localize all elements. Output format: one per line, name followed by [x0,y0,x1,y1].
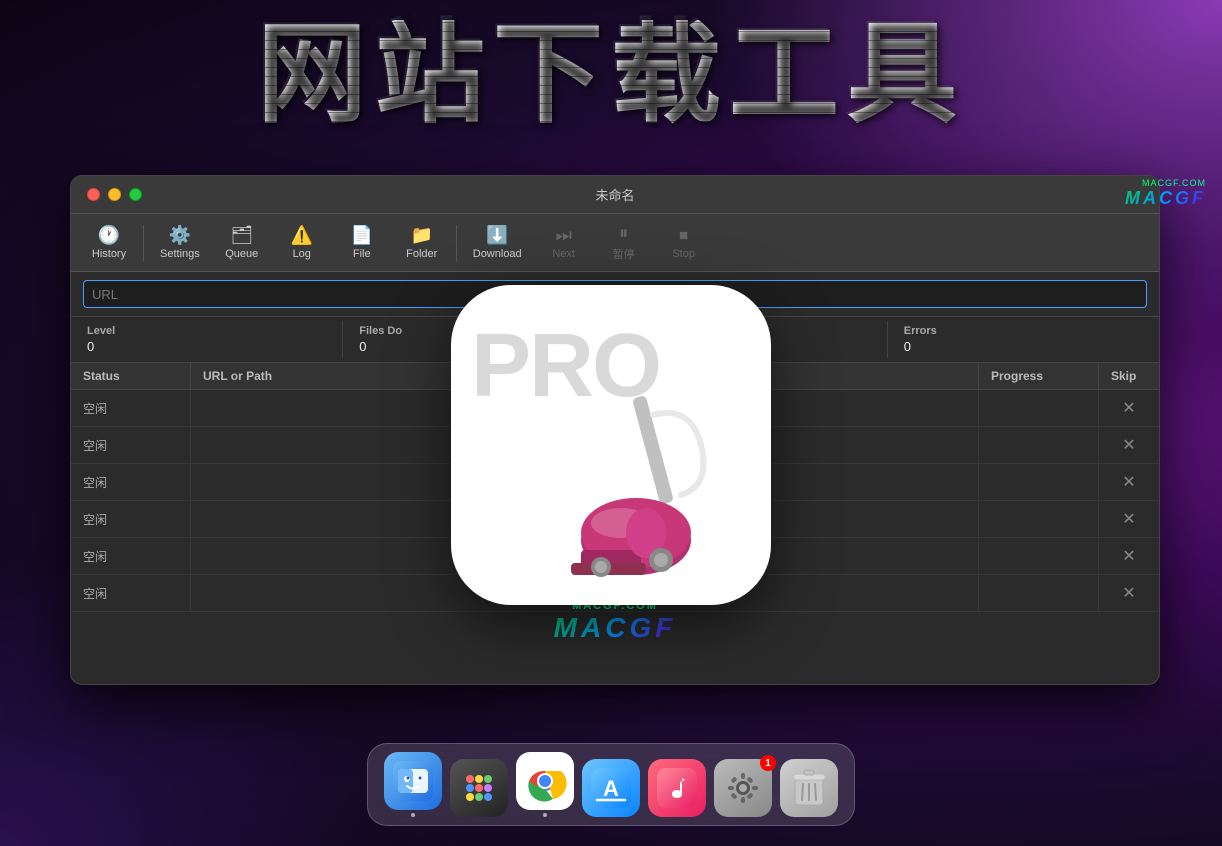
page-title: 网站下载工具 [0,20,1222,130]
skip-x-icon[interactable]: ✕ [1122,398,1135,418]
history-icon: 🕐 [98,225,120,246]
pause-label: 暂停 [613,246,635,262]
folder-label: Folder [406,248,437,260]
window-title: 未命名 [595,185,634,204]
app-icon-overlay: PRO [451,285,771,605]
appstore-icon[interactable]: A [582,759,640,817]
skip-x-icon[interactable]: ✕ [1122,546,1135,566]
dock-item-launchpad [450,759,508,817]
download-label: Download [473,248,522,260]
dock-item-chrome [516,752,574,817]
dock-item-sysprefs: 1 [714,759,772,817]
svg-text:A: A [603,776,619,801]
row-4-skip: ✕ [1099,501,1159,537]
stat-level-value: 0 [87,339,326,354]
row-6-status: 空闲 [71,575,191,611]
row-2-skip: ✕ [1099,427,1159,463]
dock-item-trash [780,759,838,817]
folder-icon: 📁 [411,225,433,246]
skip-x-icon[interactable]: ✕ [1122,583,1135,603]
dock-item-appstore: A [582,759,640,817]
next-label: Next [552,248,575,260]
col-status: Status [71,363,191,389]
stat-errors-value: 0 [904,339,1143,354]
log-label: Log [293,248,311,260]
log-icon: ⚠️ [291,225,313,246]
file-icon: 📄 [351,225,373,246]
separator-2 [456,225,457,261]
launchpad-icon[interactable] [450,759,508,817]
next-button[interactable]: ⏭ Next [534,221,594,264]
vacuum-svg [541,375,761,595]
settings-icon: ⚙️ [169,225,191,246]
stat-errors: Errors 0 [888,321,1159,358]
col-progress: Progress [979,363,1099,389]
stop-label: Stop [672,248,695,260]
chrome-icon[interactable] [516,752,574,810]
chrome-dot [543,813,547,817]
toolbar: 🕐 History ⚙️ Settings 🗂 Queue ⚠️ Log 📄 F… [71,214,1159,272]
trash-icon[interactable] [780,759,838,817]
history-button[interactable]: 🕐 History [79,221,139,264]
row-6-skip: ✕ [1099,575,1159,611]
traffic-lights [87,188,142,201]
finder-dot [411,813,415,817]
skip-x-icon[interactable]: ✕ [1122,435,1135,455]
row-3-skip: ✕ [1099,464,1159,500]
minimize-button[interactable] [108,188,121,201]
stat-errors-label: Errors [904,325,1143,337]
close-button[interactable] [87,188,100,201]
settings-button[interactable]: ⚙️ Settings [148,221,212,264]
finder-icon[interactable] [384,752,442,810]
stat-level: Level 0 [71,321,343,358]
sysprefs-icon[interactable]: 1 [714,759,772,817]
queue-icon: 🗂 [230,225,253,246]
row-1-progress [979,390,1099,426]
skip-x-icon[interactable]: ✕ [1122,472,1135,492]
download-button[interactable]: ⬇️ Download [461,221,534,264]
folder-button[interactable]: 📁 Folder [392,221,452,264]
queue-button[interactable]: 🗂 Queue [212,221,272,264]
file-button[interactable]: 📄 File [332,221,392,264]
separator-1 [143,225,144,261]
dock-item-finder [384,752,442,817]
music-icon[interactable] [648,759,706,817]
row-2-progress [979,427,1099,463]
row-1-status: 空闲 [71,390,191,426]
dock: A [367,743,855,826]
row-4-status: 空闲 [71,501,191,537]
row-5-progress [979,538,1099,574]
settings-label: Settings [160,248,200,260]
row-5-skip: ✕ [1099,538,1159,574]
pause-button[interactable]: ⏸ 暂停 [594,219,654,266]
skip-x-icon[interactable]: ✕ [1122,509,1135,529]
col-skip: Skip [1099,363,1159,389]
row-6-progress [979,575,1099,611]
row-1-skip: ✕ [1099,390,1159,426]
row-3-status: 空闲 [71,464,191,500]
stop-icon: ⏹ [679,225,688,246]
titlebar: 未命名 [71,176,1159,214]
pause-icon: ⏸ [619,223,628,244]
dock-item-music [648,759,706,817]
stop-button[interactable]: ⏹ Stop [654,221,714,264]
queue-label: Queue [225,248,258,260]
file-label: File [353,248,371,260]
sysprefs-badge: 1 [760,755,776,771]
download-icon: ⬇️ [486,225,508,246]
row-4-progress [979,501,1099,537]
row-5-status: 空闲 [71,538,191,574]
log-button[interactable]: ⚠️ Log [272,221,332,264]
row-2-status: 空闲 [71,427,191,463]
next-icon: ⏭ [556,225,572,246]
history-label: History [92,248,126,260]
stat-level-label: Level [87,325,326,337]
row-3-progress [979,464,1099,500]
fullscreen-button[interactable] [129,188,142,201]
